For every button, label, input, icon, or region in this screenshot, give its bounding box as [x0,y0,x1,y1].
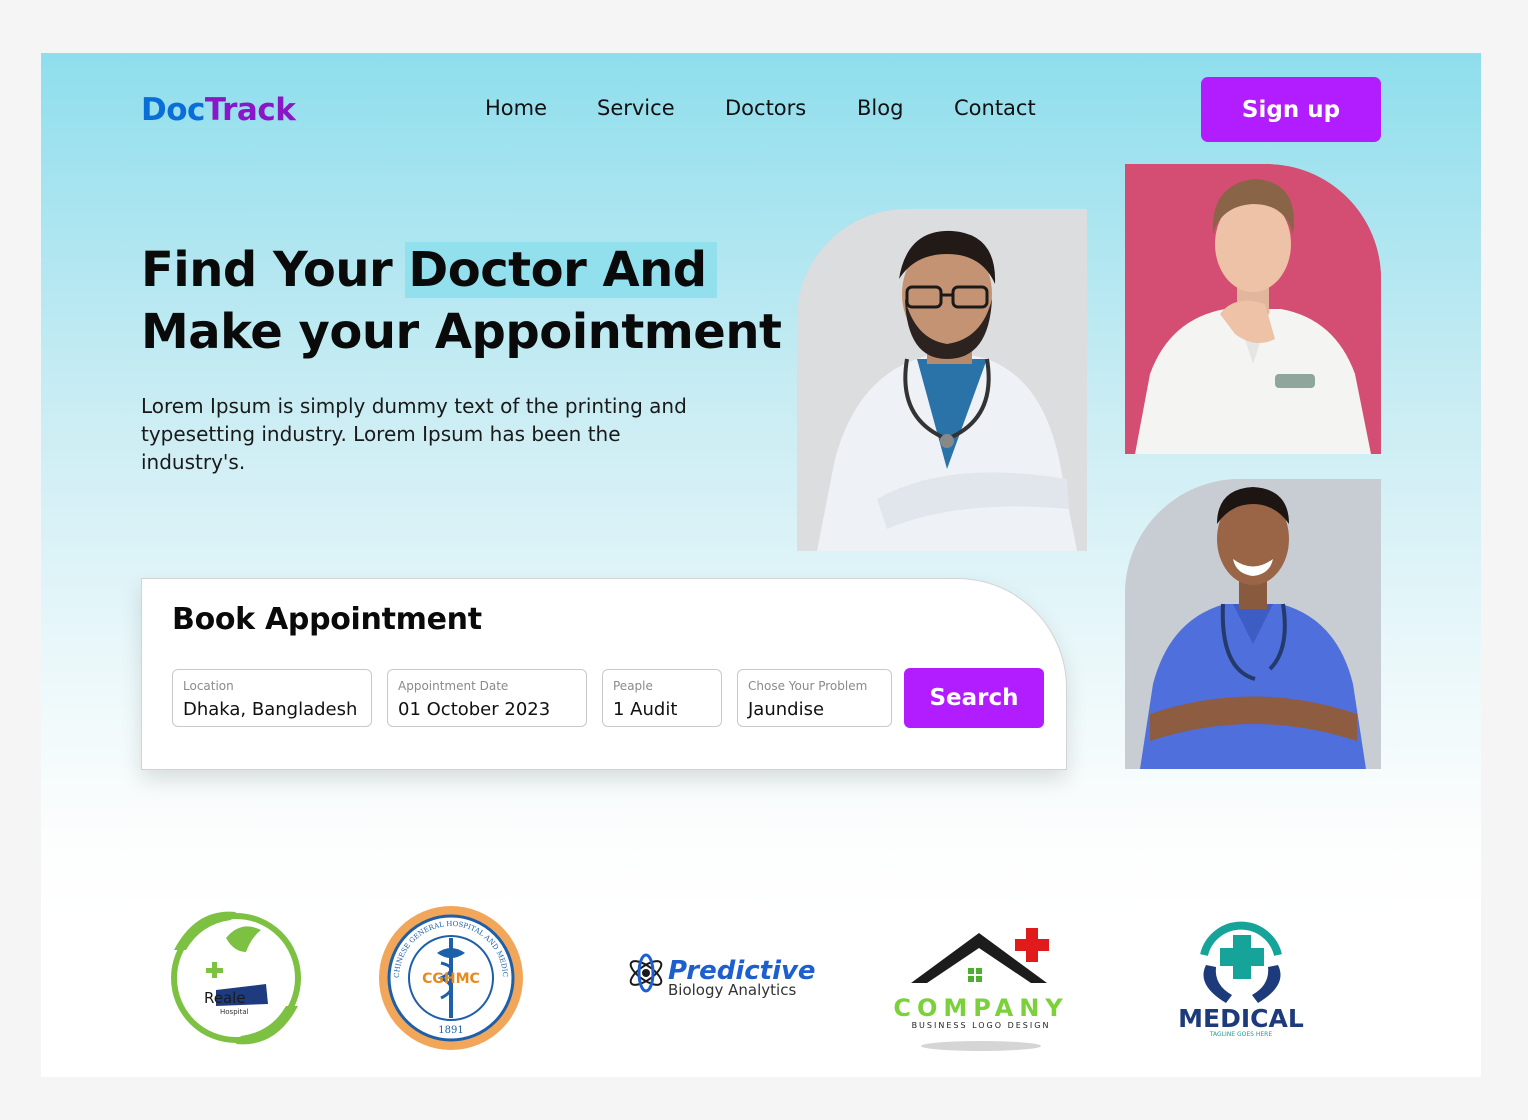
partner-cghmc-year: 1891 [438,1025,463,1036]
appointment-date-label: Appointment Date [398,679,509,693]
doctor-photo-2 [1125,164,1381,454]
atom-icon: Predictive Biology Analytics [629,953,816,999]
partner-logo-reale: Reale Hospital [156,890,316,1060]
nav-blog[interactable]: Blog [857,93,903,123]
appointment-date-field[interactable]: Appointment Date 01 October 2023 [387,669,587,727]
people-value: 1 Audit [613,699,678,720]
signup-button[interactable]: Sign up [1201,77,1381,142]
location-label: Location [183,679,234,693]
house-cross-icon: COMPANY BUSINESS LOGO DESIGN [893,928,1068,1051]
location-field[interactable]: Location Dhaka, Bangladesh [172,669,372,727]
partner-medical-name: MEDICAL [1178,1004,1304,1033]
people-label: Peaple [613,679,653,693]
partner-company-name: COMPANY [893,994,1068,1022]
partner-reale-sub: Hospital [220,1008,249,1016]
hero-title-highlight: Doctor And [405,242,717,298]
people-field[interactable]: Peaple 1 Audit [602,669,722,727]
partner-logo-company: COMPANY BUSINESS LOGO DESIGN [871,918,1091,1068]
brand-logo-track: Track [204,92,296,128]
doctor-2-illustration [1125,164,1381,454]
doctor-photo-1 [797,209,1087,551]
brand-logo-doc: Doc [141,92,205,128]
brand-logo[interactable]: DocTrack [141,90,296,130]
book-appointment-title: Book Appointment [172,602,482,637]
cross-hands-icon: MEDICAL TAGLINE GOES HERE [1178,921,1304,1038]
search-button[interactable]: Search [904,668,1044,728]
hero-title-line2: Make your Appointment [141,304,782,360]
partner-company-sub: BUSINESS LOGO DESIGN [912,1021,1051,1030]
hero-title-line1: Find Your [141,242,409,298]
nav-service[interactable]: Service [597,93,675,123]
partner-reale-name: Reale [204,989,246,1007]
page-frame: DocTrack Home Service Doctors Blog Conta… [41,53,1481,1077]
location-value: Dhaka, Bangladesh [183,699,358,720]
partner-predictive-sub: Biology Analytics [668,981,796,999]
doctor-3-illustration [1125,479,1381,769]
nav-doctors[interactable]: Doctors [725,93,806,123]
nav-contact[interactable]: Contact [954,93,1036,123]
partner-medical-sub: TAGLINE GOES HERE [1209,1031,1272,1038]
book-appointment-card: Book Appointment Location Dhaka, Banglad… [141,578,1067,770]
caduceus-icon: CGHMC 1891 CHINESE GENERAL HOSPITAL AND … [375,903,523,1050]
doctor-photo-3 [1125,479,1381,769]
problem-value: Jaundise [748,699,825,720]
problem-label: Chose Your Problem [748,679,868,693]
nav-home[interactable]: Home [485,93,547,123]
dove-hand-icon: Reale Hospital [171,911,301,1045]
appointment-date-value: 01 October 2023 [398,699,551,720]
partner-logo-medical: MEDICAL TAGLINE GOES HERE [1166,915,1316,1040]
problem-field[interactable]: Chose Your Problem Jaundise [737,669,892,727]
partner-logo-predictive: Predictive Biology Analytics [626,941,816,1001]
hero-title: Find Your Doctor And Make your Appointme… [141,239,782,363]
partner-logo-cghmc: CGHMC 1891 CHINESE GENERAL HOSPITAL AND … [375,903,527,1053]
hero-description: Lorem Ipsum is simply dummy text of the … [141,394,687,474]
doctor-1-illustration [797,209,1087,551]
partner-cghmc-name: CGHMC [422,971,480,987]
